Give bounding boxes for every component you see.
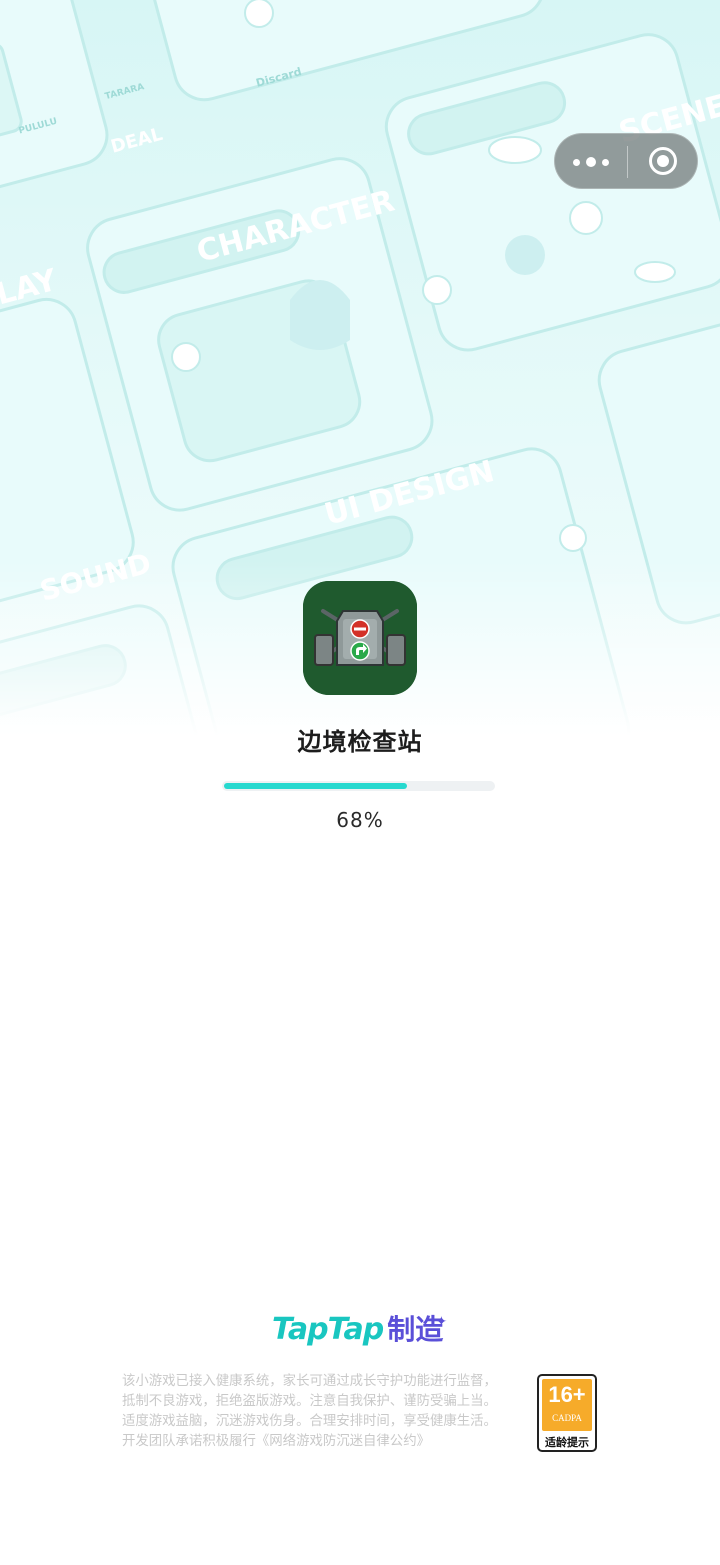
brand-zao-text: 制造 ✦ [387, 1310, 447, 1350]
loading-progress-text: 68% [336, 808, 384, 832]
app-icon [303, 581, 417, 695]
border-checkpoint-app-icon [303, 581, 417, 695]
age-rating-value: 16+ [548, 1382, 586, 1407]
capsule-divider [627, 146, 628, 178]
loading-progress-bar [222, 781, 495, 791]
more-dots-icon [573, 158, 580, 166]
taptap-brand-logo: TapTap 制造 ✦ [272, 1306, 447, 1350]
close-circle-icon[interactable] [649, 147, 677, 175]
health-notice-line: 适度游戏益脑，沉迷游戏伤身。合理安排时间，享受健康生活。 [122, 1414, 497, 1429]
loading-progress-fill [224, 783, 407, 789]
sparkle-icon: ✦ [435, 1314, 448, 1330]
age-rating-org: CADPA [552, 1413, 582, 1423]
app-title: 边境检查站 [297, 728, 423, 756]
brand-taptap-text: TapTap [272, 1312, 384, 1347]
age-rating-tip: 适龄提示 [545, 1436, 589, 1449]
health-notice-line: 抵制不良游戏，拒绝盗版游戏。注意自我保护、谨防受骗上当。 [122, 1394, 497, 1409]
more-options-button[interactable] [555, 134, 627, 190]
mini-program-capsule [554, 133, 698, 189]
health-notice: 该小游戏已接入健康系统，家长可通过成长守护功能进行监督， 抵制不良游戏，拒绝盗版… [122, 1372, 524, 1452]
health-notice-line: 该小游戏已接入健康系统，家长可通过成长守护功能进行监督， [122, 1374, 497, 1389]
age-rating-badge[interactable]: 16+ CADPA 适龄提示 [537, 1374, 597, 1452]
health-notice-line: 开发团队承诺积极履行《网络游戏防沉迷自律公约》 [122, 1434, 430, 1449]
